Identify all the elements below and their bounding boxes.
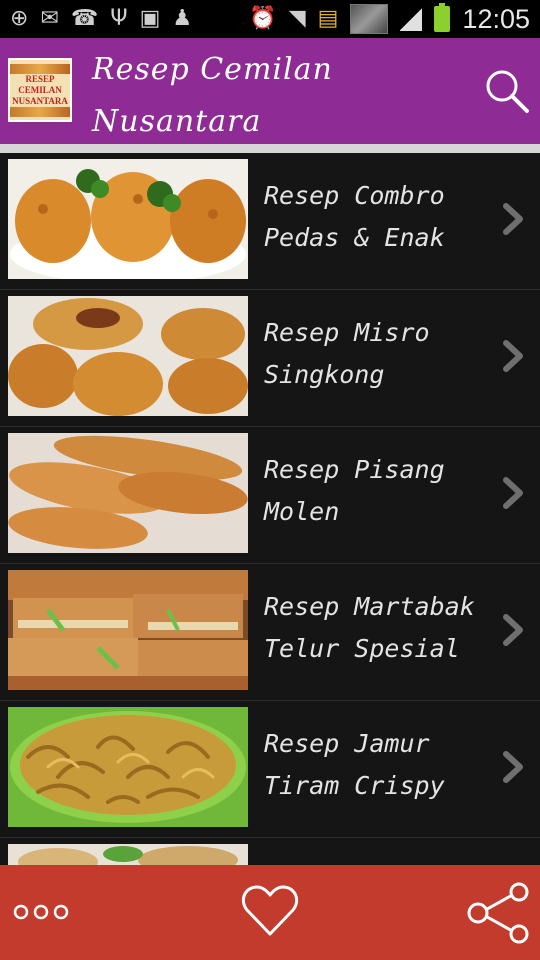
battery-icon	[434, 3, 451, 32]
status-time: 12:05	[462, 3, 530, 34]
heart-icon[interactable]	[241, 884, 299, 938]
recipe-title: Resep Combro Pedas & Enak	[264, 181, 445, 252]
recipe-title: Resep Pisang Molen	[264, 455, 445, 526]
wifi-icon: ◥	[288, 6, 306, 31]
partial-photo	[8, 844, 248, 865]
app-title: Resep Cemilan Nusantara	[92, 52, 333, 139]
recipe-title: Resep Martabak Telur Spesial	[264, 592, 475, 663]
recipe-list[interactable]: Resep Combro Pedas & Enak Resep Misro Si…	[0, 153, 540, 865]
file-icon: ▤	[317, 6, 339, 31]
mail-icon: ✉	[40, 6, 59, 31]
appbar-divider	[0, 144, 540, 153]
bookmark-icon: ♟	[172, 6, 193, 31]
misro-photo	[8, 296, 248, 416]
add-icon: ⊕	[10, 6, 29, 31]
whatsapp-icon: ☎	[70, 6, 99, 31]
recipe-title: Resep Jamur Tiram Crispy	[264, 729, 445, 800]
status-app-icon	[350, 4, 389, 34]
status-bar: ⊕ ✉ ☎ Ψ ▣ ♟ ⏰ ◥ ▤ 12:05	[0, 0, 540, 38]
chevron-right-icon	[503, 614, 523, 646]
alarm-icon: ⏰	[249, 6, 277, 31]
share-icon[interactable]	[466, 882, 532, 944]
list-item[interactable]: Resep Misro Singkong	[0, 290, 540, 427]
list-item[interactable]: Resep Pisang Molen	[0, 427, 540, 564]
chevron-right-icon	[503, 477, 523, 509]
logo-text-3: NUSANTARA	[12, 95, 68, 106]
status-right-icons: ⏰ ◥ ▤ 12:05	[249, 3, 530, 35]
signal-icon	[400, 7, 423, 31]
martabak-photo	[8, 570, 248, 690]
logo-text-1: RESEP	[25, 73, 55, 84]
list-item[interactable]: Resep Combro Pedas & Enak	[0, 153, 540, 290]
list-item[interactable]: Resep Jamur Tiram Crispy	[0, 701, 540, 838]
recipe-title: Resep Misro Singkong	[264, 318, 430, 389]
list-item[interactable]: Resep Martabak Telur Spesial	[0, 564, 540, 701]
chevron-right-icon	[503, 203, 523, 235]
app-bar: RESEP CEMILAN NUSANTARA Resep Cemilan Nu…	[0, 38, 540, 144]
chevron-right-icon	[503, 751, 523, 783]
search-icon[interactable]	[484, 68, 530, 114]
pisang-molen-photo	[8, 433, 248, 553]
combro-photo	[8, 159, 248, 279]
list-item[interactable]	[0, 838, 540, 865]
image-icon: ▣	[139, 6, 161, 31]
logo-text-2: CEMILAN	[18, 84, 62, 95]
usb-icon: Ψ	[110, 6, 128, 31]
jamur-photo	[8, 707, 248, 827]
chevron-right-icon	[503, 340, 523, 372]
more-icon[interactable]	[12, 901, 72, 923]
app-logo: RESEP CEMILAN NUSANTARA	[8, 58, 72, 122]
status-left-icons: ⊕ ✉ ☎ Ψ ▣ ♟	[10, 8, 192, 30]
